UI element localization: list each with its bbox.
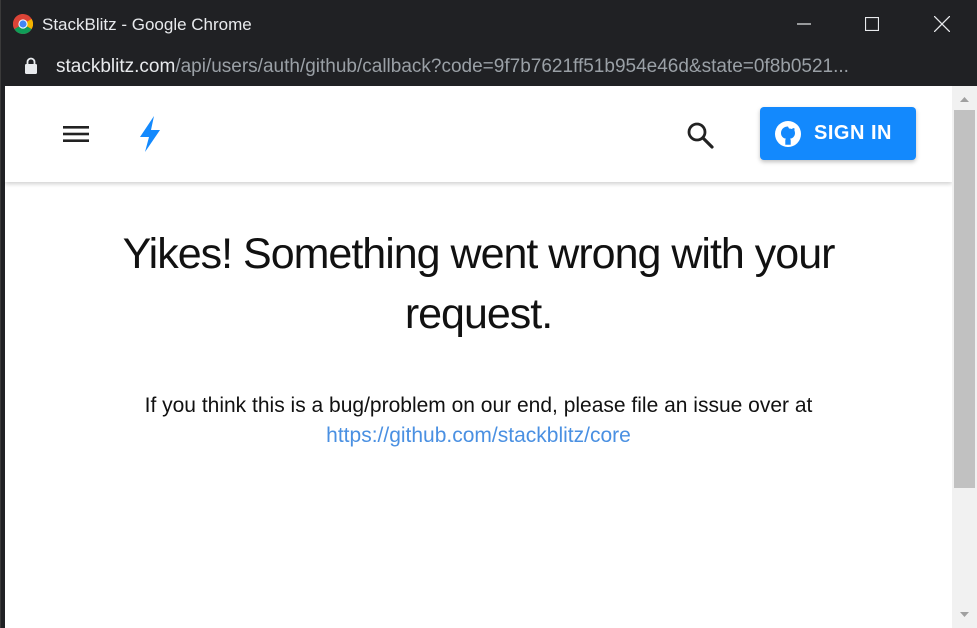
search-icon[interactable] xyxy=(685,120,715,150)
url-text[interactable]: stackblitz.com/api/users/auth/github/cal… xyxy=(56,56,946,78)
scrollbar-thumb[interactable] xyxy=(954,110,975,488)
page-scrollbar[interactable] xyxy=(952,86,977,628)
scroll-down-arrow-icon[interactable] xyxy=(952,606,977,624)
error-message: If you think this is a bug/problem on ou… xyxy=(45,391,912,451)
chrome-logo-icon xyxy=(13,14,33,34)
minimize-button[interactable] xyxy=(781,0,827,48)
error-message-text: If you think this is a bug/problem on ou… xyxy=(144,394,813,417)
title-bar: StackBlitz - Google Chrome xyxy=(1,0,977,48)
minimize-icon xyxy=(797,23,811,25)
maximize-icon xyxy=(865,17,879,31)
lightning-bolt-icon[interactable] xyxy=(135,114,165,154)
github-icon xyxy=(775,120,801,147)
window-title: StackBlitz - Google Chrome xyxy=(42,15,252,34)
error-headline: Yikes! Something went wrong with your re… xyxy=(122,230,836,338)
scroll-up-arrow-icon[interactable] xyxy=(952,90,977,108)
close-icon xyxy=(934,16,950,32)
page-viewport: SIGN IN Yikes! Something went wrong with… xyxy=(5,86,952,628)
issue-link[interactable]: https://github.com/stackblitz/core xyxy=(326,424,631,447)
hamburger-menu-icon[interactable] xyxy=(61,122,91,146)
sign-in-label: SIGN IN xyxy=(814,122,892,144)
lock-icon xyxy=(25,57,37,74)
maximize-button[interactable] xyxy=(849,0,895,48)
url-host: stackblitz.com xyxy=(56,56,176,77)
close-button[interactable] xyxy=(919,0,965,48)
url-path: /api/users/auth/github/callback?code=9f7… xyxy=(175,56,849,77)
browser-window: StackBlitz - Google Chrome stackblitz.co… xyxy=(0,0,977,628)
app-header: SIGN IN xyxy=(5,86,952,182)
sign-in-button[interactable]: SIGN IN xyxy=(760,107,916,160)
